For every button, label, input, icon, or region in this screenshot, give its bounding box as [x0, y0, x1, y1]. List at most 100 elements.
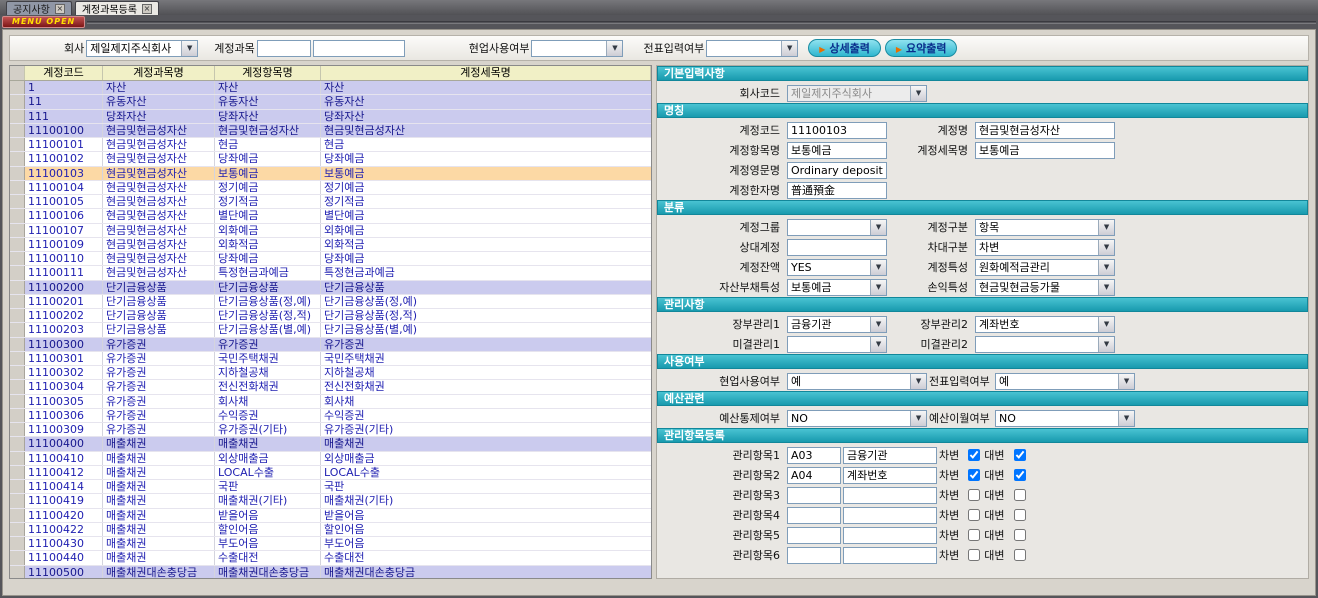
table-row[interactable]: 11100106현금및현금성자산별단예금별단예금 — [10, 209, 651, 223]
table-row[interactable]: 111당좌자산당좌자산당좌자산 — [10, 110, 651, 124]
budget-control-select[interactable]: NO — [787, 410, 927, 427]
mgmt-item-code-input[interactable] — [787, 467, 841, 484]
table-row[interactable]: 11100101현금및현금성자산현금현금 — [10, 138, 651, 152]
table-row[interactable]: 11100422매출채권할인어음할인어음 — [10, 523, 651, 537]
hanja-name-input[interactable] — [787, 182, 887, 199]
account-name-filter-input[interactable] — [313, 40, 405, 57]
account-name-input[interactable] — [975, 122, 1115, 139]
credit-checkbox[interactable] — [1014, 509, 1026, 521]
table-row[interactable]: 11100200단기금융상품단기금융상품단기금융상품 — [10, 281, 651, 295]
field-use-filter-select[interactable] — [531, 40, 623, 57]
summary-print-button[interactable]: 요약출력 — [885, 39, 958, 57]
debit-checkbox[interactable] — [968, 489, 980, 501]
mgmt-item-code-input[interactable] — [787, 447, 841, 464]
account-division-select[interactable]: 항목 — [975, 219, 1115, 236]
table-row[interactable]: 11100109현금및현금성자산외화적금외화적금 — [10, 238, 651, 252]
slip-entry-filter-select[interactable] — [706, 40, 798, 57]
table-row[interactable]: 11100410매출채권외상매출금외상매출금 — [10, 452, 651, 466]
mgmt-item-name-input[interactable] — [843, 447, 937, 464]
header-account-code[interactable]: 계정코드 — [25, 66, 103, 80]
tab-notice[interactable]: 공지사항 — [6, 1, 72, 15]
slip-entry-select[interactable]: 예 — [995, 373, 1135, 390]
close-icon[interactable] — [55, 4, 65, 14]
account-characteristic-select[interactable]: 원화예적금관리 — [975, 259, 1115, 276]
table-row[interactable]: 11100103현금및현금성자산보통예금보통예금 — [10, 167, 651, 181]
mgmt-item-code-input[interactable] — [787, 527, 841, 544]
field-use-select[interactable]: 예 — [787, 373, 927, 390]
table-row[interactable]: 11100414매출채권국판국판 — [10, 480, 651, 494]
header-account-name[interactable]: 계정과목명 — [103, 66, 215, 80]
debit-checkbox[interactable] — [968, 449, 980, 461]
mgmt-item-name-input[interactable] — [843, 527, 937, 544]
close-icon[interactable] — [142, 4, 152, 14]
table-row[interactable]: 11100104현금및현금성자산정기예금정기예금 — [10, 181, 651, 195]
table-row[interactable]: 11100400매출채권매출채권매출채권 — [10, 437, 651, 451]
credit-checkbox[interactable] — [1014, 449, 1026, 461]
debit-checkbox[interactable] — [968, 529, 980, 541]
mgmt-item-name-input[interactable] — [843, 467, 937, 484]
table-row[interactable]: 11100430매출채권부도어음부도어음 — [10, 537, 651, 551]
header-item-name[interactable]: 계정항목명 — [215, 66, 321, 80]
counter-account-input[interactable] — [787, 239, 887, 256]
mgmt-item-name-input[interactable] — [843, 547, 937, 564]
mgmt-item-code-input[interactable] — [787, 507, 841, 524]
tab-account-registration[interactable]: 계정과목등록 — [75, 1, 159, 15]
table-row[interactable]: 11100302유가증권지하철공채지하철공채 — [10, 366, 651, 380]
budget-carryover-select[interactable]: NO — [995, 410, 1135, 427]
book-mgmt1-select[interactable]: 금융기관 — [787, 316, 887, 333]
debit-checkbox[interactable] — [968, 469, 980, 481]
mgmt-item-code-input[interactable] — [787, 547, 841, 564]
book-mgmt2-select[interactable]: 계좌번호 — [975, 316, 1115, 333]
mgmt-item-name-input[interactable] — [843, 487, 937, 504]
table-row[interactable]: 11100420매출채권받을어음받을어음 — [10, 509, 651, 523]
account-group-select[interactable] — [787, 219, 887, 236]
table-row[interactable]: 11100111현금및현금성자산특정현금과예금특정현금과예금 — [10, 266, 651, 280]
table-row[interactable]: 11100203단기금융상품단기금융상품(별,예)단기금융상품(별,예) — [10, 323, 651, 337]
table-row[interactable]: 11100201단기금융상품단기금융상품(정,예)단기금융상품(정,예) — [10, 295, 651, 309]
table-row[interactable]: 1자산자산자산 — [10, 81, 651, 95]
mgmt-item-code-input[interactable] — [787, 487, 841, 504]
asset-liability-characteristic-select[interactable]: 보통예금 — [787, 279, 887, 296]
detail-name-input[interactable] — [975, 142, 1115, 159]
debit-checkbox[interactable] — [968, 509, 980, 521]
account-code-input[interactable] — [787, 122, 887, 139]
credit-checkbox[interactable] — [1014, 529, 1026, 541]
debit-checkbox[interactable] — [968, 549, 980, 561]
table-row[interactable]: 11100102현금및현금성자산당좌예금당좌예금 — [10, 152, 651, 166]
account-code-filter-input[interactable] — [257, 40, 311, 57]
header-detail-name[interactable]: 계정세목명 — [321, 66, 651, 80]
company-select[interactable]: 제일제지주식회사 — [86, 40, 198, 57]
credit-checkbox[interactable] — [1014, 489, 1026, 501]
table-row[interactable]: 11100304유가증권전신전화채권전신전화채권 — [10, 380, 651, 394]
item-name-input[interactable] — [787, 142, 887, 159]
table-row[interactable]: 11100305유가증권회사채회사채 — [10, 395, 651, 409]
account-balance-select[interactable]: YES — [787, 259, 887, 276]
cell-item: 매출채권대손충당금 — [215, 566, 321, 579]
table-row[interactable]: 11100500매출채권대손충당금매출채권대손충당금매출채권대손충당금 — [10, 566, 651, 580]
table-row[interactable]: 11100202단기금융상품단기금융상품(정,적)단기금융상품(정,적) — [10, 309, 651, 323]
pending-mgmt2-select[interactable] — [975, 336, 1115, 353]
pending-mgmt1-select[interactable] — [787, 336, 887, 353]
table-row[interactable]: 11100440매출채권수출대전수출대전 — [10, 551, 651, 565]
table-row[interactable]: 11100301유가증권국민주택채권국민주택채권 — [10, 352, 651, 366]
debit-credit-division-select[interactable]: 차변 — [975, 239, 1115, 256]
table-row[interactable]: 11100110현금및현금성자산당좌예금당좌예금 — [10, 252, 651, 266]
table-row[interactable]: 11100100현금및현금성자산현금및현금성자산현금및현금성자산 — [10, 124, 651, 138]
table-row[interactable]: 11100107현금및현금성자산외화예금외화예금 — [10, 224, 651, 238]
table-row[interactable]: 11100412매출채권LOCAL수출LOCAL수출 — [10, 466, 651, 480]
menu-open-button[interactable]: MENU OPEN — [2, 16, 85, 28]
detail-print-button[interactable]: 상세출력 — [808, 39, 881, 57]
english-name-input[interactable] — [787, 162, 887, 179]
table-row[interactable]: 11100419매출채권매출채권(기타)매출채권(기타) — [10, 494, 651, 508]
table-row[interactable]: 11100300유가증권유가증권유가증권 — [10, 338, 651, 352]
mgmt-item-name-input[interactable] — [843, 507, 937, 524]
table-row[interactable]: 11100105현금및현금성자산정기적금정기적금 — [10, 195, 651, 209]
credit-checkbox[interactable] — [1014, 469, 1026, 481]
profit-loss-characteristic-select[interactable]: 현금및현금등가물 — [975, 279, 1115, 296]
hanja-name-label: 계정한자명 — [657, 182, 785, 198]
cell-name: 매출채권 — [103, 452, 215, 465]
credit-checkbox[interactable] — [1014, 549, 1026, 561]
table-row[interactable]: 11100309유가증권유가증권(기타)유가증권(기타) — [10, 423, 651, 437]
table-row[interactable]: 11100306유가증권수익증권수익증권 — [10, 409, 651, 423]
table-row[interactable]: 11유동자산유동자산유동자산 — [10, 95, 651, 109]
